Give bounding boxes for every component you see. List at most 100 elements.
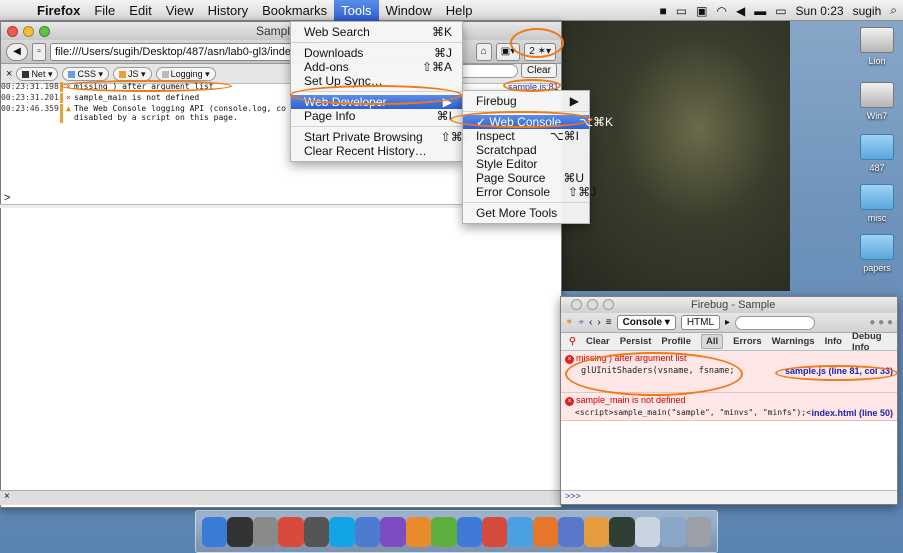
- menu-tools[interactable]: Tools: [334, 0, 379, 21]
- dock-ibooks-icon[interactable]: [583, 516, 610, 547]
- menu-view[interactable]: View: [159, 0, 201, 21]
- webdev-item[interactable]: Firebug ▶: [463, 94, 589, 108]
- fb-persist-button[interactable]: Persist: [620, 336, 652, 347]
- more-tabs-icon[interactable]: ▸: [725, 317, 730, 328]
- zoom-button[interactable]: [603, 299, 614, 310]
- console-clear-button[interactable]: Clear: [521, 63, 557, 78]
- menu-bar: Firefox File Edit View History Bookmarks…: [0, 0, 903, 21]
- window-controls-icon[interactable]: ● ● ●: [869, 317, 893, 328]
- dock-orb-icon[interactable]: [380, 516, 406, 547]
- menu-edit[interactable]: Edit: [122, 0, 158, 21]
- filter-css[interactable]: CSS ▾: [62, 66, 110, 81]
- dock-grapher-icon[interactable]: [405, 516, 432, 547]
- menu-bookmarks[interactable]: Bookmarks: [255, 0, 334, 21]
- webdev-item[interactable]: Scratchpad: [463, 143, 589, 157]
- back-icon[interactable]: ‹: [589, 317, 592, 328]
- dock-facetime-icon[interactable]: [303, 516, 330, 547]
- dock-downloads-icon[interactable]: [660, 516, 686, 547]
- forward-icon[interactable]: ›: [597, 317, 600, 328]
- filter-js[interactable]: JS ▾: [113, 66, 152, 81]
- home-button[interactable]: ⌂: [475, 42, 492, 61]
- firebug-icon[interactable]: ✶: [565, 317, 573, 328]
- url-bar[interactable]: file:///Users/sugih/Desktop/487/asn/lab0…: [50, 42, 320, 61]
- close-button[interactable]: [571, 299, 582, 310]
- tools-item[interactable]: Downloads ⌘J: [291, 46, 462, 60]
- dock-activity-monitor-icon[interactable]: [609, 516, 635, 547]
- dock-leaf-icon[interactable]: [431, 516, 457, 547]
- tools-item[interactable]: Add-ons ⇧⌘A: [291, 60, 462, 74]
- webdev-item[interactable]: Inspect ⌥⌘I: [463, 129, 589, 143]
- inspect-icon[interactable]: ⌖: [578, 317, 584, 328]
- dock-photos-icon[interactable]: [252, 516, 279, 547]
- fb-filter-debug[interactable]: Debug Info: [852, 331, 897, 353]
- fb-filter-errors[interactable]: Errors: [733, 336, 762, 347]
- filter-net[interactable]: Net ▾: [16, 66, 59, 81]
- webdev-item[interactable]: Get More Tools: [463, 206, 589, 220]
- filter-logging[interactable]: Logging ▾: [155, 66, 216, 81]
- volume-icon[interactable]: ◀: [736, 4, 745, 18]
- dock-preview-icon[interactable]: [558, 516, 584, 547]
- menu-file[interactable]: File: [87, 0, 122, 21]
- menu-history[interactable]: History: [201, 0, 255, 21]
- zoom-button[interactable]: [39, 25, 50, 37]
- fb-filter-warnings[interactable]: Warnings: [772, 336, 815, 347]
- error-entry[interactable]: × sample_main is not defined <script>samp…: [561, 393, 897, 421]
- flag-icon[interactable]: ▬: [754, 4, 766, 18]
- error-source-link[interactable]: index.html (line 50): [811, 408, 893, 418]
- menu-app-name[interactable]: Firefox: [30, 0, 87, 21]
- dock-finder-icon[interactable]: [202, 516, 228, 547]
- dock-trash-icon[interactable]: [685, 516, 712, 547]
- menu-item-label: Start Private Browsing: [304, 130, 423, 144]
- desktop-icon-papers[interactable]: papers: [855, 234, 899, 273]
- fb-filter-all[interactable]: All: [700, 334, 724, 349]
- dock-itunes-icon[interactable]: [456, 516, 482, 547]
- desktop-icon-win7[interactable]: Win7: [855, 82, 899, 121]
- fb-filter-info[interactable]: Info: [825, 336, 842, 347]
- display-icon[interactable]: ▣: [696, 4, 707, 18]
- dock-safari-icon[interactable]: [507, 516, 533, 547]
- dock-firefox-icon[interactable]: [532, 516, 559, 547]
- minimize-button[interactable]: [587, 299, 598, 310]
- tray-app-icon[interactable]: ■: [660, 4, 667, 18]
- spotlight-icon[interactable]: ⌕: [890, 3, 897, 18]
- tools-item[interactable]: Page Info ⌘I: [291, 109, 462, 123]
- back-button[interactable]: ◀: [6, 42, 28, 61]
- menu-help[interactable]: Help: [439, 0, 480, 21]
- clear-icon[interactable]: ⚲: [569, 336, 576, 347]
- dock-skype-icon[interactable]: [329, 516, 355, 547]
- fb-clear-button[interactable]: Clear: [586, 336, 610, 347]
- desktop-icon-lion[interactable]: Lion: [855, 27, 899, 66]
- webdev-item[interactable]: Error Console ⇧⌘J: [463, 185, 596, 199]
- battery-icon[interactable]: ▭: [676, 4, 687, 18]
- close-button[interactable]: [7, 25, 18, 37]
- webdev-item[interactable]: Style Editor: [463, 157, 589, 171]
- wifi-icon[interactable]: ◠: [716, 4, 726, 18]
- tab-console[interactable]: Console ▾: [616, 315, 676, 330]
- dock-chrome-icon[interactable]: [481, 516, 508, 547]
- desktop-icon-misc[interactable]: misc: [855, 184, 899, 223]
- clock[interactable]: Sun 0:23: [796, 4, 844, 18]
- dock-calendar-icon[interactable]: [278, 516, 304, 547]
- webdev-item[interactable]: Page Source ⌘U: [463, 171, 589, 185]
- desktop-icon-487[interactable]: 487: [855, 134, 899, 173]
- firebug-command-line[interactable]: >>>: [561, 490, 897, 504]
- minimize-button[interactable]: [23, 25, 34, 37]
- menu-item-label: Style Editor: [476, 157, 538, 171]
- firebug-toolbar: ✶ ⌖ ‹ › ≡ Console ▾ HTML ▸ ● ● ●: [561, 313, 897, 333]
- battery-status-icon[interactable]: ▭: [775, 4, 786, 18]
- firebug-search-input[interactable]: [735, 315, 816, 330]
- tools-item[interactable]: Start Private Browsing ⇧⌘P: [291, 130, 471, 144]
- status-close-icon[interactable]: ×: [4, 491, 10, 502]
- dock-documents-icon[interactable]: [634, 516, 661, 547]
- tools-item[interactable]: Web Search ⌘K: [291, 25, 462, 39]
- tools-item[interactable]: Clear Recent History…: [291, 144, 462, 158]
- dock-xcode-icon[interactable]: [354, 516, 381, 547]
- tab-html[interactable]: HTML: [680, 315, 721, 330]
- fb-profile-button[interactable]: Profile: [661, 336, 691, 347]
- list-icon[interactable]: ≡: [606, 317, 612, 328]
- menu-window[interactable]: Window: [379, 0, 439, 21]
- console-prompt[interactable]: >: [4, 192, 10, 204]
- dock-x11-icon[interactable]: [227, 516, 253, 547]
- user-name[interactable]: sugih: [853, 4, 882, 18]
- console-close-icon[interactable]: ×: [6, 68, 12, 80]
